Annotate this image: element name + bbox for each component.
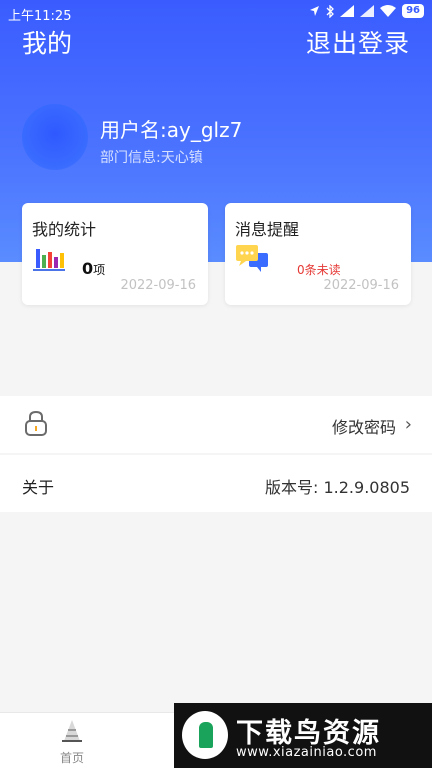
- watermark-url: www.xiazainiao.com: [236, 745, 377, 760]
- chevron-right-icon: ›: [404, 414, 412, 435]
- about-label: 关于: [22, 478, 55, 497]
- logout-button[interactable]: 退出登录: [306, 24, 410, 60]
- wifi-icon: [380, 5, 397, 17]
- avatar[interactable]: [22, 104, 88, 170]
- stats-card[interactable]: 我的统计 0项 2022-09-16: [22, 203, 208, 305]
- unread-count: 0条未读: [297, 263, 341, 277]
- chat-bubble-icon: [236, 245, 268, 272]
- bar-chart-icon: [33, 249, 65, 271]
- watermark-banner: 下载鸟资源 www.xiazainiao.com: [174, 703, 432, 768]
- change-password-row[interactable]: 修改密码 ›: [0, 396, 432, 453]
- messages-card[interactable]: 消息提醒 0条未读 2022-09-16: [225, 203, 411, 305]
- stats-card-date: 2022-09-16: [120, 278, 196, 293]
- watermark-logo-mark: [199, 722, 213, 748]
- page-title: 我的: [22, 29, 73, 58]
- status-bar: 上午11:25 96: [0, 0, 432, 26]
- watermark-logo: [182, 711, 228, 759]
- signal-icon: [340, 5, 355, 17]
- status-time: 上午11:25: [8, 9, 72, 24]
- username: 用户名:ay_glz7: [100, 118, 243, 142]
- bluetooth-icon: [326, 4, 334, 18]
- lock-icon: [25, 410, 47, 436]
- stats-count: 0项: [82, 259, 105, 278]
- nav-home[interactable]: 首页: [52, 719, 92, 766]
- battery-icon: 96: [402, 4, 424, 18]
- location-icon: [310, 6, 320, 16]
- version-label: 版本号: 1.2.9.0805: [265, 478, 410, 497]
- change-password-label: 修改密码: [331, 418, 396, 437]
- status-icons: 96: [309, 4, 424, 18]
- stats-count-unit: 项: [93, 263, 106, 277]
- stats-card-title: 我的统计: [32, 220, 97, 239]
- messages-card-date: 2022-09-16: [323, 278, 399, 293]
- home-cone-icon: [62, 720, 82, 742]
- nav-home-label: 首页: [59, 751, 84, 765]
- department-info: 部门信息:天心镇: [100, 150, 203, 166]
- about-row[interactable]: 关于 版本号: 1.2.9.0805: [0, 455, 432, 512]
- messages-card-title: 消息提醒: [235, 220, 300, 239]
- stats-count-value: 0: [82, 259, 94, 278]
- signal-icon: [360, 5, 375, 17]
